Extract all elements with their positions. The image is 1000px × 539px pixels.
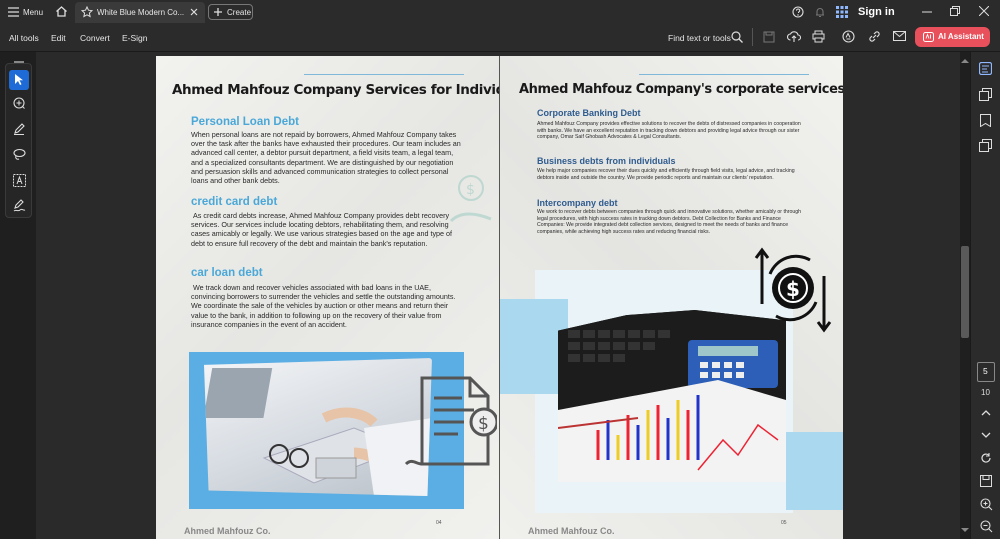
ai-assistant-label: AI Assistant: [938, 32, 984, 41]
section-text: Ahmed Mahfouz Company provides effective…: [537, 121, 801, 141]
right-side-panel: 5 10: [970, 52, 1000, 539]
menu-icon[interactable]: [8, 7, 19, 17]
section-heading: credit card debt: [191, 196, 278, 208]
restore-icon[interactable]: [950, 6, 960, 16]
page-title: Ahmed Mahfouz Company Services for Indiv…: [172, 82, 499, 98]
scroll-up-arrow[interactable]: [961, 58, 969, 63]
home-icon[interactable]: [55, 5, 68, 18]
finance-photo: [558, 310, 786, 482]
pdf-page-04: Ahmed Mahfouz Company Services for Indiv…: [156, 56, 499, 539]
laptop-photo: [204, 358, 432, 496]
section-heading: Corporate Banking Debt: [537, 108, 641, 118]
panel-icon[interactable]: [979, 62, 992, 75]
document-tab[interactable]: White Blue Modern Co...: [75, 2, 205, 23]
lasso-icon[interactable]: [13, 148, 26, 161]
total-pages: 10: [981, 388, 990, 397]
current-page: 5: [983, 366, 988, 376]
mail-icon[interactable]: [893, 31, 906, 42]
section-text: When personal loans are not repaid by bo…: [191, 130, 461, 186]
laptop-illustration: [204, 368, 432, 496]
text-select-icon[interactable]: [13, 174, 26, 187]
page-number: 04: [436, 520, 442, 526]
cursor-icon: [15, 74, 24, 86]
layers-icon[interactable]: [979, 88, 992, 101]
title-rule: [304, 74, 464, 75]
section-text: As credit card debts increase, Ahmed Mah…: [191, 211, 453, 248]
menu-label[interactable]: Menu: [23, 8, 43, 17]
star-icon[interactable]: [81, 6, 93, 18]
page-number-input[interactable]: 5: [977, 362, 995, 382]
section-text: We work to recover debts between compani…: [537, 209, 802, 235]
sign-in-button[interactable]: Sign in: [858, 6, 895, 18]
chevron-up-icon[interactable]: [981, 410, 991, 416]
create-label: Create: [227, 8, 252, 17]
chevron-down-icon[interactable]: [981, 432, 991, 438]
dollar-cycle-icon: $: [754, 244, 834, 334]
convert-menu[interactable]: Convert: [80, 33, 110, 43]
esign-menu[interactable]: E-Sign: [122, 33, 148, 43]
stamp-icon[interactable]: [842, 30, 855, 43]
svg-text:$: $: [478, 414, 489, 434]
quick-tools-bar: [5, 61, 32, 218]
svg-text:$: $: [466, 182, 475, 198]
pdf-page-05: Ahmed Mahfouz Company's corporate servic…: [500, 56, 843, 539]
close-icon[interactable]: [190, 8, 198, 16]
ai-assistant-button[interactable]: AI Assistant: [915, 27, 990, 47]
create-button[interactable]: Create: [208, 4, 253, 20]
comment-icon[interactable]: [13, 97, 26, 110]
save-page-icon[interactable]: [980, 475, 992, 487]
page-number: 05: [781, 520, 787, 526]
pen-icon[interactable]: [13, 122, 26, 135]
ai-icon: [923, 32, 934, 42]
close-window-icon[interactable]: [979, 6, 989, 16]
section-text: We help major companies recover their du…: [537, 168, 795, 181]
section-heading: Personal Loan Debt: [191, 116, 299, 128]
section-heading: Intercompany debt: [537, 198, 618, 208]
footer-company-name: Ahmed Mahfouz Co.: [184, 526, 271, 536]
light-blue-block: [500, 299, 568, 394]
page-separator: [499, 56, 500, 539]
keyboard-chart-illustration: [558, 310, 786, 482]
print-icon[interactable]: [812, 30, 825, 43]
save-icon[interactable]: [763, 31, 775, 43]
minimize-icon[interactable]: [922, 11, 932, 13]
plus-icon: [214, 8, 222, 16]
main-toolbar: All tools Edit Convert E-Sign Find text …: [0, 24, 1000, 52]
sign-icon[interactable]: [13, 199, 27, 212]
find-text-field[interactable]: Find text or tools: [668, 33, 731, 43]
light-blue-block: [786, 432, 843, 510]
page-title: Ahmed Mahfouz Company's corporate servic…: [519, 82, 843, 97]
copy-icon[interactable]: [979, 139, 992, 152]
edit-menu[interactable]: Edit: [51, 33, 66, 43]
apps-icon[interactable]: [836, 6, 848, 18]
zoom-out-icon[interactable]: [980, 520, 993, 533]
title-rule: [639, 74, 809, 75]
watermark-money-hand-icon: $: [446, 166, 496, 226]
all-tools-menu[interactable]: All tools: [9, 33, 39, 43]
help-icon[interactable]: [792, 6, 804, 18]
refresh-icon[interactable]: [980, 452, 992, 464]
section-heading: car loan debt: [191, 267, 263, 279]
scroll-down-arrow[interactable]: [961, 528, 969, 533]
vertical-scrollbar[interactable]: [960, 52, 970, 539]
zoom-in-icon[interactable]: [980, 498, 993, 511]
link-icon[interactable]: [868, 30, 881, 43]
section-text: We track down and recover vehicles assoc…: [191, 283, 456, 329]
svg-text:$: $: [786, 277, 800, 301]
title-bar: Menu White Blue Modern Co... Create Sign…: [0, 0, 1000, 24]
cursor-tool[interactable]: [9, 70, 29, 90]
search-icon[interactable]: [731, 31, 743, 43]
invoice-icon: $: [402, 374, 497, 469]
drag-handle[interactable]: [14, 61, 24, 63]
upload-icon[interactable]: [787, 30, 801, 43]
tab-title: White Blue Modern Co...: [97, 8, 185, 17]
footer-company-name: Ahmed Mahfouz Co.: [528, 526, 615, 536]
bell-icon[interactable]: [814, 6, 826, 18]
section-heading: Business debts from individuals: [537, 156, 676, 166]
divider: [752, 28, 753, 46]
bookmark-icon[interactable]: [980, 114, 991, 127]
scroll-thumb[interactable]: [961, 246, 969, 338]
